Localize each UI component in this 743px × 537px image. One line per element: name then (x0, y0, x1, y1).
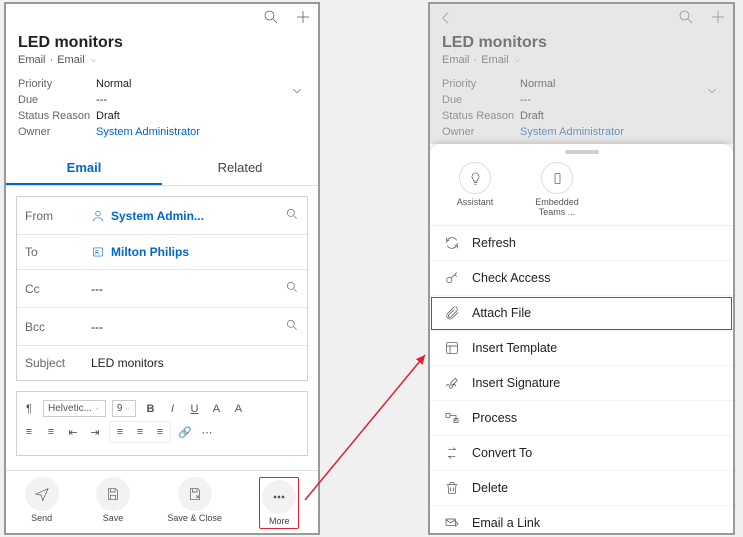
more-button[interactable]: More (262, 480, 296, 526)
more-formatting-button[interactable]: ⋯ (199, 424, 215, 440)
cc-field[interactable]: --- (91, 282, 285, 296)
text-color-button[interactable]: A (208, 401, 224, 417)
tab-related[interactable]: Related (162, 152, 318, 185)
contact-icon (91, 245, 105, 259)
key-icon (444, 270, 460, 286)
owner-link[interactable]: System Administrator (96, 124, 200, 140)
rte-toolbar: ¶ Helvetic... 9 B I U A A ≡ ≡ ⇤ ⇥ ≡ ≡ ≡ … (16, 391, 308, 456)
menu-delete[interactable]: Delete (430, 471, 733, 506)
refresh-icon (444, 235, 460, 251)
template-icon (444, 340, 460, 356)
menu-check-access[interactable]: Check Access (430, 261, 733, 296)
chevron-down-icon (89, 56, 98, 65)
paperclip-icon (444, 305, 460, 321)
italic-button[interactable]: I (164, 401, 180, 417)
font-select[interactable]: Helvetic... (43, 400, 106, 417)
save-close-button[interactable]: Save & Close (167, 477, 222, 529)
process-icon (444, 410, 460, 426)
page-title: LED monitors (442, 34, 721, 52)
right-pane: LED monitors Email · Email PriorityNorma… (428, 2, 735, 535)
lightbulb-icon (468, 171, 483, 186)
bold-button[interactable]: B (142, 401, 158, 417)
tab-email[interactable]: Email (6, 152, 162, 185)
search-icon[interactable] (285, 280, 299, 297)
highlight-button[interactable]: A (230, 401, 246, 417)
list-number-button[interactable]: ≡ (43, 424, 59, 440)
link-button[interactable]: 🔗 (177, 424, 193, 440)
properties: PriorityNormal Due--- Status ReasonDraft… (6, 72, 318, 146)
email-form: From System Admin... To Milton Philips C… (16, 196, 308, 381)
from-field[interactable]: System Admin... (91, 209, 285, 223)
underline-button[interactable]: U (186, 401, 202, 417)
list-bullet-button[interactable]: ≡ (21, 424, 37, 440)
outdent-button[interactable]: ⇤ (65, 424, 81, 440)
device-icon (550, 171, 565, 186)
align-center-button[interactable]: ≡ (132, 424, 148, 440)
menu-convert-to[interactable]: Convert To (430, 436, 733, 471)
breadcrumb[interactable]: Email · Email (18, 54, 306, 66)
left-pane: LED monitors Email · Email PriorityNorma… (4, 2, 320, 535)
trash-icon (444, 480, 460, 496)
more-icon (271, 489, 287, 505)
user-icon (91, 209, 105, 223)
align-right-button[interactable]: ≡ (152, 424, 168, 440)
save-button[interactable]: Save (96, 477, 130, 529)
save-close-icon (187, 486, 203, 502)
email-link-icon (444, 515, 460, 531)
format-icon[interactable]: ¶ (21, 401, 37, 417)
signature-icon (444, 375, 460, 391)
search-icon[interactable] (285, 318, 299, 335)
menu-refresh[interactable]: Refresh (430, 226, 733, 261)
bcc-field[interactable]: --- (91, 320, 285, 334)
size-select[interactable]: 9 (112, 400, 137, 417)
teams-shortcut[interactable]: Embedded Teams ... (530, 162, 584, 217)
tabs: Email Related (6, 152, 318, 186)
expand-icon[interactable] (290, 84, 304, 101)
breadcrumb: Email · Email (442, 54, 721, 66)
bottom-actions: Send Save Save & Close More (6, 470, 318, 533)
more-menu-sheet: Assistant Embedded Teams ... Refresh Che… (430, 144, 733, 533)
menu-process[interactable]: Process (430, 401, 733, 436)
subject-field[interactable]: LED monitors (91, 356, 299, 370)
to-field[interactable]: Milton Philips (91, 245, 299, 259)
menu-email-link[interactable]: Email a Link (430, 506, 733, 533)
chevron-down-icon (513, 56, 522, 65)
convert-icon (444, 445, 460, 461)
menu-insert-signature[interactable]: Insert Signature (430, 366, 733, 401)
search-icon[interactable] (262, 8, 280, 31)
send-icon (34, 486, 50, 502)
menu-attach-file[interactable]: Attach File (430, 296, 733, 331)
save-icon (105, 486, 121, 502)
assistant-shortcut[interactable]: Assistant (448, 162, 502, 217)
indent-button[interactable]: ⇥ (87, 424, 103, 440)
send-button[interactable]: Send (25, 477, 59, 529)
menu-insert-template[interactable]: Insert Template (430, 331, 733, 366)
expand-icon (705, 84, 719, 101)
sheet-handle[interactable] (565, 150, 599, 154)
align-left-button[interactable]: ≡ (112, 424, 128, 440)
page-title: LED monitors (18, 34, 306, 52)
add-icon[interactable] (294, 8, 312, 31)
search-icon[interactable] (285, 207, 299, 224)
